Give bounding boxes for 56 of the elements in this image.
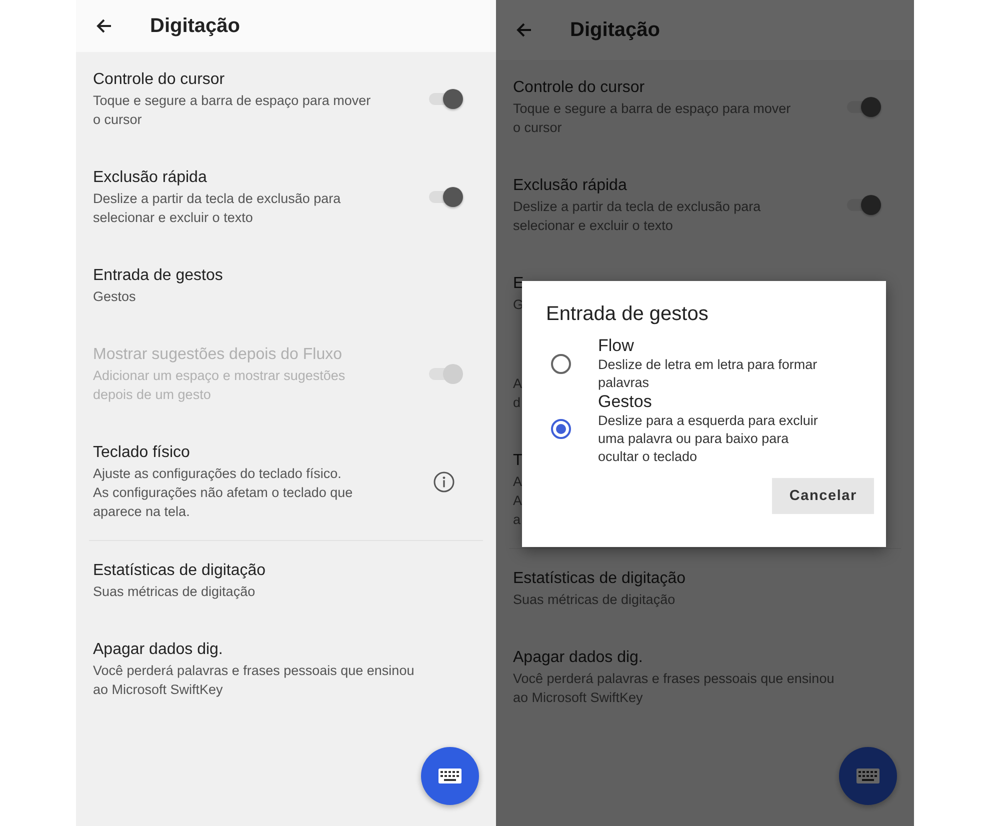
settings-row[interactable]: Estatísticas de digitação Suas métricas de digitação xyxy=(93,541,479,620)
toggle-switch[interactable] xyxy=(427,89,463,109)
toggle-switch[interactable] xyxy=(427,187,463,207)
setting-description: Você perderá palavras e frases pessoais que ensinou ao Microsoft SwiftKey xyxy=(93,662,414,699)
setting-title: Apagar dados dig. xyxy=(513,648,644,668)
setting-description: A xyxy=(513,492,523,510)
setting-description: A xyxy=(513,473,523,491)
option-label: Gestos xyxy=(598,392,653,412)
setting-title: Controle do cursor xyxy=(93,70,226,90)
setting-description: Ajuste as configurações do teclado físico. As configurações não afetam o teclado que aparece na tela. xyxy=(93,465,353,521)
option-description: Deslize para a esquerda para excluir uma palavra ou para baixo para ocultar o teclado xyxy=(598,412,818,466)
keyboard-icon xyxy=(438,768,462,784)
settings-row[interactable]: Exclusão rápida Deslize a partir da tecla de exclusão para selecionar e excluir o texto xyxy=(93,148,479,246)
radio-option[interactable]: Gestos Deslize para a esquerda para excluir uma palavra ou para baixo para ocultar o teclado xyxy=(550,392,874,466)
settings-row[interactable]: Teclado físico Ajuste as configurações do teclado físico. As configurações não afetam o teclado que aparece na tela. xyxy=(93,423,479,540)
setting-title: Mostrar sugestões depois do Fluxo xyxy=(93,345,344,365)
setting-title: Teclado físico xyxy=(93,443,191,463)
setting-title: Controle do cursor xyxy=(513,78,646,98)
setting-description: Gestos xyxy=(93,288,137,306)
setting-description: A xyxy=(513,375,522,393)
keyboard-icon xyxy=(856,768,880,784)
setting-title: Estatísticas de digitação xyxy=(93,561,266,581)
screen-title: Digitação xyxy=(150,14,240,38)
toggle-switch[interactable] xyxy=(845,97,881,117)
toggle-switch[interactable] xyxy=(845,195,881,215)
setting-description: a xyxy=(513,511,522,529)
option-label: Flow xyxy=(598,336,635,356)
radio-button[interactable] xyxy=(550,353,572,375)
setting-title: T xyxy=(513,451,523,471)
setting-description: Você perderá palavras e frases pessoais que ensinou ao Microsoft SwiftKey xyxy=(513,670,834,707)
setting-description: Adicionar um espaço e mostrar sugestões depois de um gesto xyxy=(93,367,346,404)
setting-description: Suas métricas de digitação xyxy=(513,591,676,609)
screen-title: Digitação xyxy=(570,18,660,42)
radio-button[interactable] xyxy=(550,418,572,440)
keyboard-fab[interactable] xyxy=(421,747,479,805)
setting-description: Deslize a partir da tecla de exclusão para selecionar e excluir o texto xyxy=(513,198,761,235)
info-icon[interactable] xyxy=(433,470,455,492)
setting-title: Estatísticas de digitação xyxy=(513,569,686,589)
settings-row[interactable]: Entrada de gestos Gestos xyxy=(93,246,479,325)
setting-description: Toque e segure a barra de espaço para mover o cursor xyxy=(93,92,371,129)
setting-title: E xyxy=(513,274,524,294)
setting-title: Exclusão rápida xyxy=(513,176,628,196)
setting-title: Exclusão rápida xyxy=(93,168,208,188)
dialog-title: Entrada de gestos xyxy=(546,303,710,326)
setting-description: Deslize a partir da tecla de exclusão para selecionar e excluir o texto xyxy=(93,190,341,227)
setting-title: Apagar dados dig. xyxy=(93,640,224,660)
setting-title: Entrada de gestos xyxy=(93,266,223,286)
settings-row[interactable]: Apagar dados dig. Você perderá palavras e frases pessoais que ensinou ao Microsoft SwiftKey xyxy=(93,620,479,718)
option-description: Deslize de letra em letra para formar palavras xyxy=(598,356,818,392)
setting-description: d xyxy=(513,394,522,412)
radio-option[interactable]: Flow Deslize de letra em letra para formar palavras xyxy=(550,336,874,392)
setting-description: Suas métricas de digitação xyxy=(93,583,256,601)
settings-row[interactable]: Controle do cursor Toque e segure a barra de espaço para mover o cursor xyxy=(93,69,479,148)
setting-description: Toque e segure a barra de espaço para mover o cursor xyxy=(513,100,791,137)
cancel-button[interactable]: Cancelar xyxy=(772,478,874,514)
back-arrow-icon[interactable] xyxy=(96,18,112,34)
